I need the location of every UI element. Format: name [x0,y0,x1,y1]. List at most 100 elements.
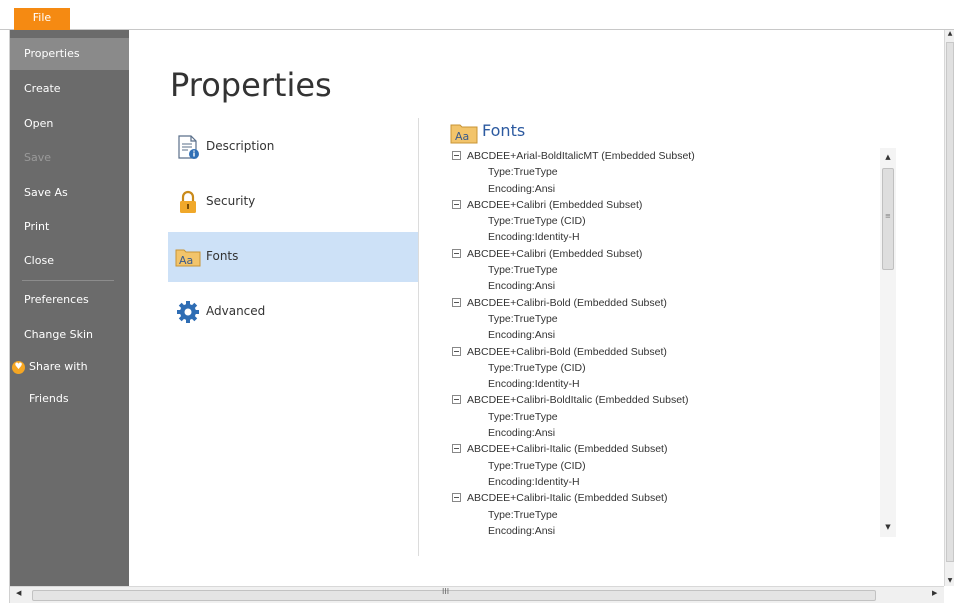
font-entry[interactable]: ABCDEE+Calibri-Bold (Embedded Subset) [452,295,880,311]
font-property: Encoding:Ansi [452,278,880,294]
collapse-toggle-icon[interactable] [452,199,461,209]
font-property: Type:TrueType (CID) [452,458,880,474]
font-property: Encoding:Identity-H [452,474,880,490]
font-property-label: Type:TrueType [488,166,558,179]
sidebar-item-save: Save [24,151,52,164]
font-property-label: Type:TrueType [488,508,558,521]
font-entry[interactable]: ABCDEE+Calibri-Italic (Embedded Subset) [452,490,880,506]
font-property: Encoding:Ansi [452,425,880,441]
category-description[interactable]: Description [168,122,418,172]
font-property-label: Encoding:Identity-H [488,378,580,391]
font-property: Type:TrueType [452,262,880,278]
window-horizontal-scrollbar[interactable]: ◀ III ▶ [10,586,944,603]
collapse-toggle-icon[interactable] [452,297,461,307]
font-property-label: Encoding:Ansi [488,427,556,440]
padlock-icon [180,190,196,213]
scroll-down-arrow-icon[interactable]: ▼ [880,520,896,534]
font-entry[interactable]: ABCDEE+Calibri-BoldItalic (Embedded Subs… [452,392,880,408]
window-scroll-right-icon[interactable]: ▶ [932,589,937,597]
window-scroll-down-icon[interactable]: ▼ [945,577,954,584]
font-property-label: Type:TrueType (CID) [488,215,586,228]
heart-icon: ♥ [12,361,25,374]
sidebar-item-open[interactable]: Open [10,108,129,140]
collapse-toggle-icon[interactable] [452,395,461,405]
font-property-label: Type:TrueType [488,410,558,423]
sidebar-divider [22,280,114,281]
window-vscroll-thumb[interactable] [946,42,954,562]
scroll-grip-icon: ≡ [885,212,891,220]
font-property-label: Encoding:Ansi [488,182,556,195]
font-entry[interactable]: ABCDEE+Arial-BoldItalicMT (Embedded Subs… [452,148,880,164]
font-property-label: Type:TrueType (CID) [488,361,586,374]
font-entry[interactable]: ABCDEE+Calibri (Embedded Subset) [452,246,880,262]
font-property: Encoding:Ansi [452,523,880,537]
gear-icon [177,301,199,323]
font-entry-label: ABCDEE+Calibri-Bold (Embedded Subset) [467,345,667,358]
font-property: Encoding:Ansi [452,181,880,197]
window-vertical-scrollbar[interactable]: ▲ ▼ [944,30,954,586]
font-entry[interactable]: ABCDEE+Calibri-Italic (Embedded Subset) [452,441,880,457]
font-property-label: Encoding:Identity-H [488,475,580,488]
font-property: Type:TrueType (CID) [452,360,880,376]
category-description-label: Description [206,139,275,153]
font-entry-label: ABCDEE+Calibri-Italic (Embedded Subset) [467,492,668,505]
category-security-label: Security [206,194,256,208]
fonts-folder-icon: Aa [175,249,201,267]
collapse-toggle-icon[interactable] [452,248,461,258]
font-property-label: Encoding:Ansi [488,329,556,342]
font-entry-label: ABCDEE+Calibri-BoldItalic (Embedded Subs… [467,394,689,407]
font-entry-label: ABCDEE+Calibri (Embedded Subset) [467,247,643,260]
fonts-tree[interactable]: ABCDEE+Arial-BoldItalicMT (Embedded Subs… [452,148,880,537]
collapse-toggle-icon[interactable] [452,151,461,160]
file-tab[interactable]: File [14,8,70,30]
window-hscroll-thumb[interactable] [32,590,876,601]
category-fonts-label: Fonts [206,249,239,263]
font-property: Type:TrueType [452,507,880,523]
sidebar-item-change-skin[interactable]: Change Skin [10,319,129,351]
font-property: Encoding:Ansi [452,327,880,343]
sidebar-item-close[interactable]: Close [10,245,129,277]
collapse-toggle-icon[interactable] [452,346,461,356]
page-title: Properties [170,66,332,104]
category-advanced[interactable]: Advanced [168,287,418,337]
font-property-label: Type:TrueType (CID) [488,459,586,472]
sidebar-item-save-as[interactable]: Save As [10,177,129,209]
svg-text:Aa: Aa [179,254,193,267]
scroll-up-arrow-icon[interactable]: ▲ [880,150,896,164]
sidebar: Properties Create Open Save Save As Prin… [10,30,129,586]
collapse-toggle-icon[interactable] [452,444,461,454]
font-property-label: Encoding:Identity-H [488,231,580,244]
font-property: Type:TrueType (CID) [452,213,880,229]
sidebar-item-preferences[interactable]: Preferences [10,284,129,316]
font-entry-label: ABCDEE+Calibri-Italic (Embedded Subset) [467,443,668,456]
sidebar-item-properties[interactable]: Properties [10,38,129,70]
window-scroll-up-icon[interactable]: ▲ [945,30,954,37]
window-scroll-left-icon[interactable]: ◀ [16,589,21,597]
document-info-icon [178,135,199,159]
font-property: Type:TrueType [452,409,880,425]
window-left-edge [0,30,10,603]
sidebar-item-print[interactable]: Print [10,211,129,243]
font-entry-label: ABCDEE+Arial-BoldItalicMT (Embedded Subs… [467,150,695,162]
collapse-toggle-icon[interactable] [452,493,461,503]
font-property-label: Encoding:Ansi [488,280,556,293]
svg-text:Aa: Aa [455,130,469,143]
panel-divider [418,118,419,556]
font-property-label: Type:TrueType [488,312,558,325]
font-entry[interactable]: ABCDEE+Calibri (Embedded Subset) [452,197,880,213]
fonts-tree-scrollbar[interactable]: ▲ ≡ ▼ [880,148,896,537]
fonts-folder-icon: Aa [450,124,478,144]
font-property: Encoding:Identity-H [452,229,880,245]
font-entry-label: ABCDEE+Calibri-Bold (Embedded Subset) [467,296,667,309]
category-security[interactable]: Security [168,177,418,227]
category-advanced-label: Advanced [206,304,266,318]
font-property-label: Encoding:Ansi [488,524,556,537]
font-property: Type:TrueType [452,164,880,180]
category-fonts[interactable]: Aa Fonts [168,232,418,282]
hscroll-grip-icon: III [442,587,450,596]
font-property: Encoding:Identity-H [452,376,880,392]
sidebar-item-share[interactable]: ♥ Share with Friends [10,351,129,405]
sidebar-item-create[interactable]: Create [10,73,129,105]
top-bar: File [0,0,954,30]
font-entry[interactable]: ABCDEE+Calibri-Bold (Embedded Subset) [452,344,880,360]
